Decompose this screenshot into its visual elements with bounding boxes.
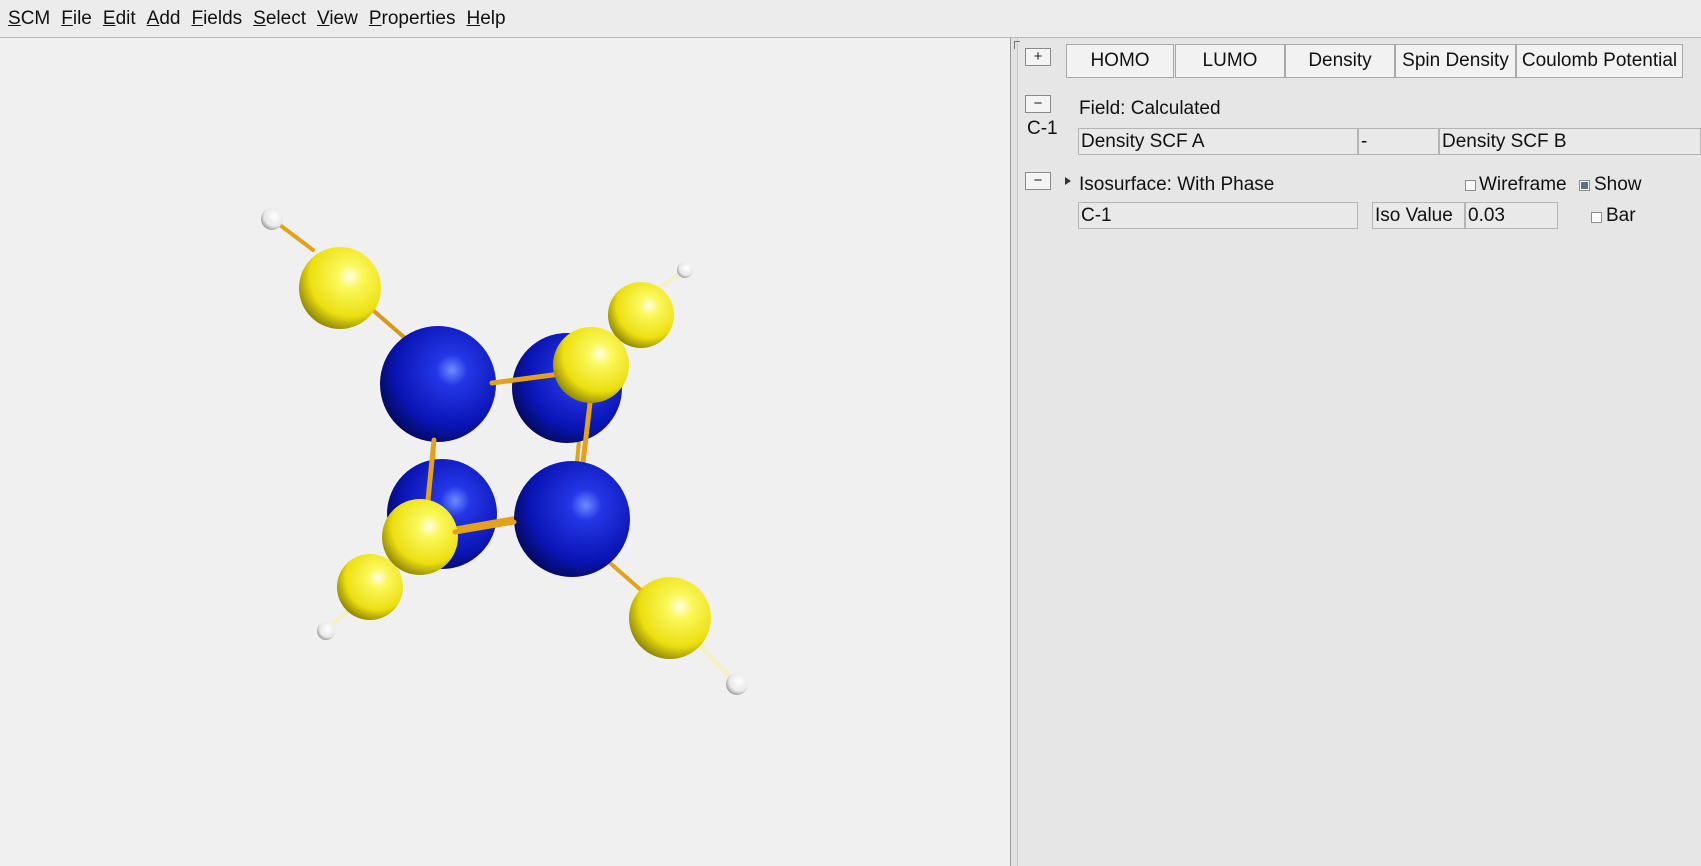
menu-help[interactable]: Help <box>461 0 510 38</box>
isosurface-lobe-5 <box>337 554 403 620</box>
menu-file-rest: ile <box>72 7 92 29</box>
tab-homo[interactable]: HOMO <box>1066 44 1174 78</box>
menu-file-mnemonic: F <box>61 7 73 29</box>
menu-add-rest: dd <box>159 7 181 29</box>
panel-splitter[interactable] <box>1011 38 1018 866</box>
molecule-scene[interactable] <box>0 38 1011 866</box>
menu-view-mnemonic: V <box>316 7 330 29</box>
isosurface-object-field[interactable]: C-1 <box>1078 202 1358 229</box>
collapse-isosurface-button[interactable]: − <box>1025 172 1051 190</box>
isosurface-lobe-2 <box>608 282 674 348</box>
field-title: Field: Calculated <box>1079 98 1221 119</box>
iso-value-label: Iso Value <box>1372 202 1465 229</box>
menu-edit[interactable]: Edit <box>98 0 141 38</box>
collapse-field-button[interactable]: − <box>1025 95 1051 113</box>
expand-triangle-icon[interactable] <box>1065 177 1071 185</box>
menu-scm-rest: CM <box>20 7 51 29</box>
field-operand-b[interactable]: Density SCF B <box>1439 128 1701 155</box>
menu-fields-rest: ields <box>203 7 243 29</box>
menu-select-mnemonic: S <box>253 7 266 29</box>
menu-view-rest: iew <box>329 7 358 29</box>
menu-fields[interactable]: Fields <box>186 0 247 38</box>
menu-select[interactable]: Select <box>248 0 311 38</box>
iso-value-input[interactable]: 0.03 <box>1465 202 1558 229</box>
isosurface-title: Isosurface: With Phase <box>1079 174 1275 195</box>
isosurface-lobe-1 <box>299 247 381 329</box>
field-operand-a[interactable]: Density SCF A <box>1078 128 1358 155</box>
hydrogen-atom-2 <box>677 262 693 278</box>
isosurface-lobe-4 <box>382 499 458 575</box>
menu-bar: SCM File Edit Add Fields Select View Pro… <box>0 0 1701 38</box>
show-label: Show <box>1594 174 1642 195</box>
menu-help-mnemonic: H <box>466 7 481 29</box>
bar-label: Bar <box>1606 205 1636 226</box>
menu-view[interactable]: View <box>312 0 363 38</box>
tab-spin-density[interactable]: Spin Density <box>1395 44 1516 78</box>
menu-fields-mnemonic: F <box>191 7 204 29</box>
isosurface-lobe-6 <box>629 577 711 659</box>
menu-scm-mnemonic: S <box>8 7 21 29</box>
isosurface-lobe-3 <box>553 327 629 403</box>
add-field-button[interactable]: + <box>1025 48 1051 66</box>
hydrogen-atom-4 <box>726 673 748 695</box>
menu-help-rest: elp <box>480 7 506 29</box>
menu-properties[interactable]: Properties <box>364 0 461 38</box>
molecule-viewport[interactable] <box>0 38 1011 866</box>
tab-lumo[interactable]: LUMO <box>1175 44 1285 78</box>
carbon-atom-1 <box>380 326 496 442</box>
hydrogen-atom-3 <box>317 622 335 640</box>
field-molecule-label: C-1 <box>1027 118 1058 139</box>
menu-properties-mnemonic: P <box>368 7 382 29</box>
menu-select-rest: elect <box>265 7 306 29</box>
show-checkbox[interactable] <box>1579 180 1590 191</box>
menu-scm[interactable]: SCM <box>3 0 55 38</box>
menu-file[interactable]: File <box>56 0 97 38</box>
bar-checkbox[interactable] <box>1591 212 1602 223</box>
menu-add[interactable]: Add <box>142 0 186 38</box>
menu-edit-mnemonic: E <box>102 7 116 29</box>
tab-coulomb-potential[interactable]: Coulomb Potential <box>1516 44 1683 78</box>
wireframe-label: Wireframe <box>1479 174 1567 195</box>
menu-edit-rest: dit <box>115 7 136 29</box>
field-operator[interactable]: - <box>1358 128 1439 155</box>
carbon-atom-4 <box>514 461 630 577</box>
wireframe-checkbox[interactable] <box>1465 180 1476 191</box>
menu-properties-rest: roperties <box>381 7 456 29</box>
splitter-handle[interactable] <box>1014 41 1020 49</box>
tab-density[interactable]: Density <box>1285 44 1395 78</box>
hydrogen-atom-1 <box>261 208 283 230</box>
menu-add-mnemonic: A <box>146 7 160 29</box>
